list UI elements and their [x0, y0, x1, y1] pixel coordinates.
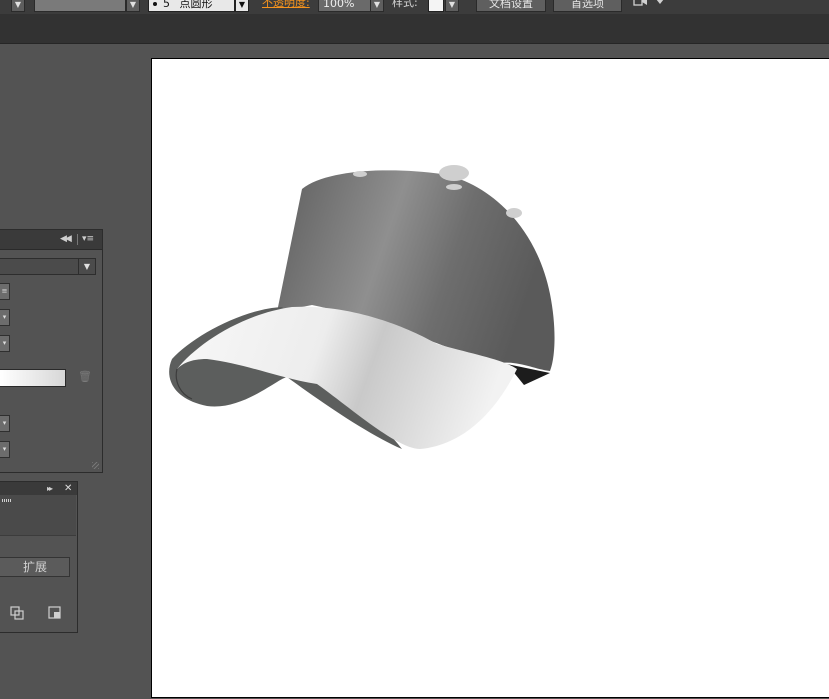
- stroke-gradient-button[interactable]: ≡: [0, 283, 10, 300]
- brush-point-count: 5: [163, 0, 170, 10]
- document-tab-bar: [0, 14, 829, 44]
- variable-width-dropdown-arrow[interactable]: ▼: [126, 0, 140, 12]
- gradient-type-dropdown[interactable]: ▼: [0, 258, 96, 275]
- close-icon[interactable]: ✕: [64, 482, 72, 495]
- collapse-panel-icon[interactable]: ◀◀: [60, 233, 72, 245]
- panel-menu-icon[interactable]: ▾≡: [82, 233, 94, 245]
- brush-definition-arrow[interactable]: ▼: [235, 0, 249, 12]
- merge-shapes-icon[interactable]: [10, 606, 24, 620]
- variable-width-dropdown[interactable]: [34, 0, 126, 12]
- baseball-cap-illustration[interactable]: [152, 59, 829, 699]
- eyelet-highlight-2: [446, 184, 462, 190]
- arrange-icon: [633, 0, 664, 6]
- gradient-panel-header: ◀◀ ▾≡: [0, 230, 102, 250]
- dotted-marker-icon: [2, 499, 12, 502]
- secondary-panel: ▸▸ ✕ 扩展: [0, 481, 78, 633]
- artboard[interactable]: [151, 58, 829, 698]
- opacity-label[interactable]: 不透明度:: [262, 0, 310, 10]
- location-dropdown-button[interactable]: ▾: [0, 441, 10, 458]
- brush-shape-label: 点圆形: [179, 0, 213, 10]
- angle-dropdown-button[interactable]: ▾: [0, 309, 10, 326]
- crop-shapes-icon[interactable]: [48, 606, 62, 620]
- eyelet-highlight-3: [506, 208, 522, 218]
- eyelet-highlight-1: [353, 171, 367, 177]
- arrange-documents-button[interactable]: [632, 0, 666, 10]
- button-highlight: [439, 165, 469, 181]
- stroke-dropdown-arrow[interactable]: ▼: [11, 0, 25, 12]
- trash-icon[interactable]: 🗑: [78, 370, 92, 384]
- control-bar: ▼ ▼ 5 点圆形 ▼ 不透明度: 100% ▼ 样式: ▼ 文档设置 首选项: [0, 0, 829, 15]
- opacity-dropdown-arrow[interactable]: ▼: [370, 0, 384, 12]
- brush-definition-field[interactable]: 5 点圆形: [148, 0, 235, 12]
- gradient-slider[interactable]: [0, 369, 66, 387]
- resize-grip-icon[interactable]: [92, 462, 99, 469]
- expand-button[interactable]: 扩展: [0, 557, 70, 577]
- gradient-panel: ◀◀ ▾≡ ▼ ≡ ▾ ▾ 🗑 ▾ ▾: [0, 229, 103, 473]
- graphic-style-dropdown-arrow[interactable]: ▼: [445, 0, 459, 12]
- preferences-button[interactable]: 首选项: [553, 0, 622, 12]
- brush-dot-icon: [153, 2, 157, 6]
- panel-preview-area: [0, 495, 76, 536]
- secondary-panel-header: ▸▸ ✕: [0, 482, 77, 495]
- opacity-field[interactable]: 100%: [318, 0, 372, 12]
- chevron-down-icon: ▼: [78, 259, 95, 274]
- aspect-dropdown-button[interactable]: ▾: [0, 335, 10, 352]
- graphic-style-swatch[interactable]: [428, 0, 444, 12]
- document-setup-button[interactable]: 文档设置: [476, 0, 546, 12]
- header-divider: [77, 234, 78, 245]
- opacity-dropdown-button[interactable]: ▾: [0, 415, 10, 432]
- expand-panel-icon[interactable]: ▸▸: [47, 482, 53, 495]
- style-label: 样式:: [392, 0, 418, 9]
